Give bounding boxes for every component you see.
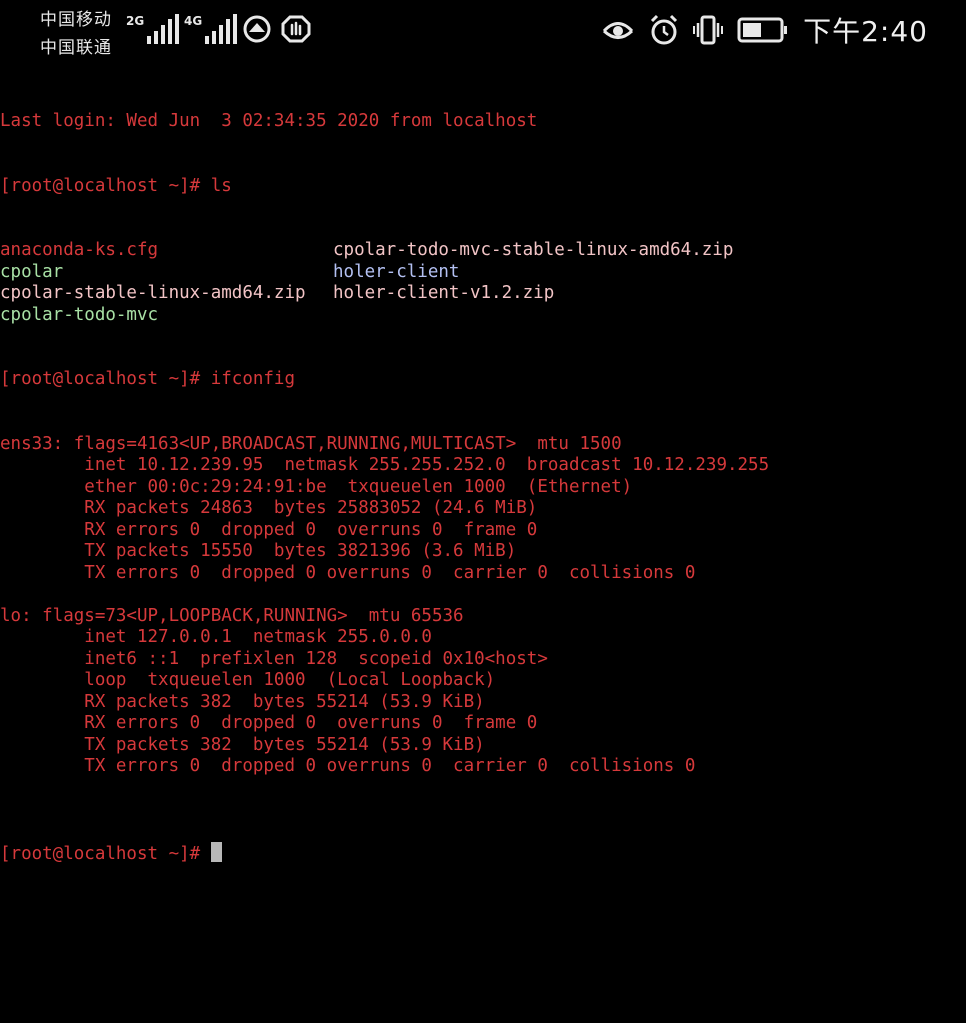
prompt: [root@localhost ~]# xyxy=(0,369,211,389)
shield-icon xyxy=(281,14,311,48)
vibrate-icon xyxy=(693,14,724,50)
network-2g-label: 2G xyxy=(126,14,145,28)
ls-entry: holer-client-v1.2.zip xyxy=(333,283,555,303)
prompt-line-current: [root@localhost ~]# xyxy=(0,842,966,864)
ifconfig-line xyxy=(0,584,966,606)
network-4g-label: 4G xyxy=(184,14,203,28)
ifconfig-line: loop txqueuelen 1000 (Local Loopback) xyxy=(0,670,496,690)
status-bar: 中国移动 中国联通 2G 4G 下午2:40 xyxy=(0,0,966,68)
ls-row: cpolar holer-client xyxy=(0,262,966,284)
ifconfig-line: inet 127.0.0.1 netmask 255.0.0.0 xyxy=(0,627,432,647)
command-text: ls xyxy=(210,175,232,196)
carrier-names: 中国移动 中国联通 xyxy=(40,6,112,62)
eye-icon xyxy=(601,15,635,49)
ifconfig-line: TX errors 0 dropped 0 overruns 0 carrier… xyxy=(0,756,696,776)
prompt-line-ls: [root@localhost ~]# ls xyxy=(0,176,966,198)
ifconfig-line: RX packets 382 bytes 55214 (53.9 KiB) xyxy=(0,691,485,712)
ifconfig-line: inet 10.12.239.95 netmask 255.255.252.0 … xyxy=(0,455,770,475)
ls-entry: cpolar-todo-mvc-stable-linux-amd64.zip xyxy=(333,240,734,260)
ls-row: cpolar-stable-linux-amd64.zip holer-clien… xyxy=(0,283,966,305)
prompt: [root@localhost ~]# xyxy=(0,175,211,196)
ifconfig-line xyxy=(0,778,966,800)
ifconfig-line: TX packets 15550 bytes 3821396 (3.6 MiB) xyxy=(0,541,517,561)
prompt: [root@localhost ~]# xyxy=(0,844,211,864)
last-login-line: Last login: Wed Jun 3 02:34:35 2020 from… xyxy=(0,111,538,131)
ls-entry: cpolar xyxy=(0,261,64,282)
ifconfig-line: TX packets 382 bytes 55214 (53.9 KiB) xyxy=(0,734,485,755)
carrier-1-label: 中国移动 xyxy=(40,10,112,30)
ls-entry: cpolar-stable-linux-amd64.zip xyxy=(0,283,306,303)
ifconfig-line: ens33: flags=4163<UP,BROADCAST,RUNNING,M… xyxy=(0,433,622,454)
command-text: ifconfig xyxy=(210,369,296,389)
carrier-2-label: 中国联通 xyxy=(40,38,112,58)
battery-icon xyxy=(737,16,789,48)
ls-entry: anaconda-ks.cfg xyxy=(0,240,159,260)
ifconfig-output: ens33: flags=4163<UP,BROADCAST,RUNNING,M… xyxy=(0,434,966,800)
ifconfig-line: inet6 ::1 prefixlen 128 scopeid 0x10<hos… xyxy=(0,648,548,669)
ifconfig-line: RX errors 0 dropped 0 overruns 0 frame 0 xyxy=(0,713,538,733)
ls-output: anaconda-ks.cfg cpolar-todo-mvc-stable-li… xyxy=(0,240,966,326)
signal-2g-icon: 2G xyxy=(126,14,180,44)
ifconfig-line: lo: flags=73<UP,LOOPBACK,RUNNING> mtu 65… xyxy=(0,605,464,626)
terminal-cursor[interactable] xyxy=(210,842,222,862)
ifconfig-line: ether 00:0c:29:24:91:be txqueuelen 1000 … xyxy=(0,476,633,497)
signal-4g-icon: 4G xyxy=(184,14,238,44)
terminal-output[interactable]: Last login: Wed Jun 3 02:34:35 2020 from… xyxy=(0,68,966,885)
ls-row: cpolar-todo-mvc xyxy=(0,305,966,327)
prompt-line-ifconfig: [root@localhost ~]# ifconfig xyxy=(0,369,966,391)
ifconfig-line: TX errors 0 dropped 0 overruns 0 carrier… xyxy=(0,562,696,583)
ifconfig-line: RX packets 24863 bytes 25883052 (24.6 Mi… xyxy=(0,498,538,518)
ls-entry: cpolar-todo-mvc xyxy=(0,304,159,325)
ifconfig-line: RX errors 0 dropped 0 overruns 0 frame 0 xyxy=(0,519,538,540)
clock-time: 下午2:40 xyxy=(803,15,928,48)
app-circle-icon xyxy=(243,14,271,48)
ls-row: anaconda-ks.cfg cpolar-todo-mvc-stable-li… xyxy=(0,240,966,262)
alarm-icon xyxy=(649,14,679,50)
status-icons-right: 下午2:40 xyxy=(601,12,928,52)
ls-entry: holer-client xyxy=(333,261,460,282)
